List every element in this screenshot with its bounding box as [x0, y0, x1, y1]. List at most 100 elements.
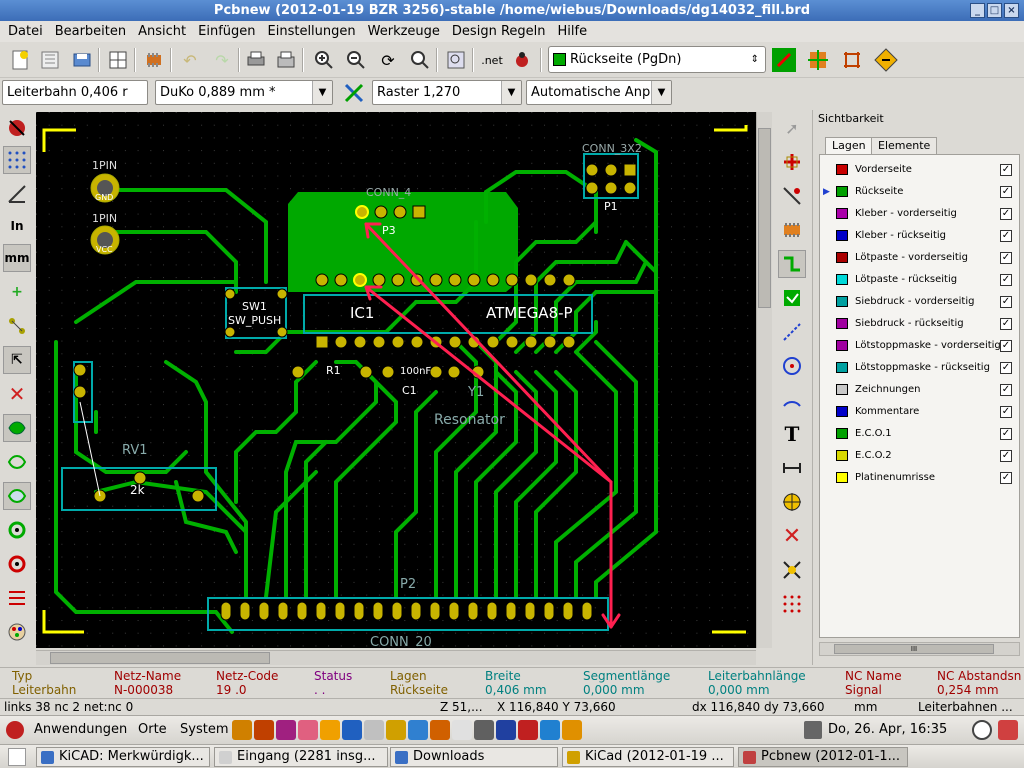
undo-icon[interactable]: ↶ — [176, 46, 204, 74]
add-track-icon[interactable] — [778, 250, 806, 278]
launcher-icon[interactable] — [518, 720, 538, 740]
add-dimension-icon[interactable] — [778, 454, 806, 482]
layer-visible-checkbox[interactable]: ✓ — [1000, 164, 1012, 176]
zoom-out-icon[interactable] — [342, 46, 370, 74]
layer-color-swatch[interactable] — [836, 406, 848, 417]
zone-outline-icon[interactable] — [3, 448, 31, 476]
autodelete-icon[interactable]: ✕ — [3, 380, 31, 408]
maximize-icon[interactable]: □ — [987, 3, 1002, 18]
layer-visible-checkbox[interactable]: ✓ — [1000, 362, 1012, 374]
layer-visible-checkbox[interactable]: ✓ — [1000, 384, 1012, 396]
menu-einstellungen[interactable]: Einstellungen — [264, 24, 360, 39]
zoom-in-icon[interactable] — [310, 46, 338, 74]
vscroll-thumb[interactable] — [758, 128, 771, 308]
high-contrast-icon[interactable] — [3, 584, 31, 612]
layer-row[interactable]: Lötpaste - rückseitig ✓ — [820, 269, 1020, 291]
menu-orte[interactable]: Orte — [138, 722, 167, 737]
layer-row[interactable]: Lötstoppmaske - vorderseitig ✓ — [820, 335, 1020, 357]
launcher-icon[interactable] — [408, 720, 428, 740]
launcher-icon[interactable] — [540, 720, 560, 740]
add-zone-icon[interactable] — [778, 284, 806, 312]
add-module-icon[interactable] — [778, 216, 806, 244]
layer-row[interactable]: E.C.O.1 ✓ — [820, 423, 1020, 445]
launcher-icon[interactable] — [342, 720, 362, 740]
menu-anwendungen[interactable]: Anwendungen — [34, 722, 127, 737]
layer-color-swatch[interactable] — [836, 472, 848, 483]
drc-off-icon[interactable] — [3, 114, 31, 142]
layer-visible-checkbox[interactable]: ✓ — [1000, 450, 1012, 462]
add-circle-icon[interactable] — [778, 352, 806, 380]
layer-color-swatch[interactable] — [836, 340, 848, 351]
layer-pair-icon[interactable] — [770, 46, 798, 74]
launcher-icon[interactable] — [232, 720, 252, 740]
ratsnest-icon[interactable] — [3, 312, 31, 340]
menu-einfuegen[interactable]: Einfügen — [194, 24, 259, 39]
launcher-icon[interactable] — [562, 720, 582, 740]
find-icon[interactable] — [442, 46, 470, 74]
launcher-icon[interactable] — [474, 720, 494, 740]
layer-visible-checkbox[interactable]: ✓ — [1000, 208, 1012, 220]
zone-fill-icon[interactable] — [3, 414, 31, 442]
layer-visible-checkbox[interactable]: ✓ — [1000, 406, 1012, 418]
taskbar-item[interactable]: KiCad (2012-01-19 ... — [562, 747, 734, 767]
module-ratsnest-icon[interactable]: ⇱ — [3, 346, 31, 374]
taskbar-item[interactable]: Eingang (2281 insg... — [214, 747, 388, 767]
shutdown-icon[interactable] — [998, 720, 1018, 740]
close-icon[interactable]: × — [1004, 3, 1019, 18]
print-icon[interactable] — [242, 46, 270, 74]
layer-color-swatch[interactable] — [836, 318, 848, 329]
layer-visible-checkbox[interactable]: ✓ — [1000, 472, 1012, 484]
launcher-icon[interactable] — [430, 720, 450, 740]
drc-icon[interactable] — [508, 46, 536, 74]
zoom-select[interactable]: Automatische Anp ▼ — [526, 80, 672, 105]
layer-color-swatch[interactable] — [836, 362, 848, 373]
polar-coords-icon[interactable] — [3, 180, 31, 208]
layer-color-swatch[interactable] — [836, 208, 848, 219]
layer-visible-checkbox[interactable]: ✓ — [1000, 296, 1012, 308]
taskbar-item[interactable]: KiCAD: Merkwürdigk... — [36, 747, 210, 767]
layer-row[interactable]: ▶ Rückseite ✓ — [820, 181, 1020, 203]
panel-scroll-thumb[interactable]: III — [834, 644, 994, 654]
layer-row[interactable]: Lötpaste - vorderseitig ✓ — [820, 247, 1020, 269]
layer-select[interactable]: Rückseite (PgDn) ⇕ — [548, 46, 766, 73]
tab-lagen[interactable]: Lagen — [825, 137, 873, 154]
add-line-icon[interactable] — [778, 318, 806, 346]
launcher-icon[interactable] — [364, 720, 384, 740]
tab-elemente[interactable]: Elemente — [871, 137, 938, 154]
inches-icon[interactable]: In — [3, 212, 31, 240]
launcher-icon[interactable] — [298, 720, 318, 740]
plot-icon[interactable] — [272, 46, 300, 74]
layer-color-swatch[interactable] — [836, 428, 848, 439]
local-ratsnest-icon[interactable] — [778, 182, 806, 210]
layer-row[interactable]: Siebdruck - vorderseitig ✓ — [820, 291, 1020, 313]
via-sketch-icon[interactable] — [3, 516, 31, 544]
pad-sketch-icon[interactable] — [3, 482, 31, 510]
via-size-select[interactable]: DuKo 0,889 mm * ▼ — [155, 80, 333, 105]
select-icon[interactable]: ➚ — [778, 114, 806, 142]
layer-visible-checkbox[interactable]: ✓ — [1000, 318, 1012, 330]
save-icon[interactable] — [68, 46, 96, 74]
mode-tracks-icon[interactable] — [838, 46, 866, 74]
menu-hilfe[interactable]: Hilfe — [554, 24, 592, 39]
grid-origin-icon[interactable] — [778, 590, 806, 618]
layer-row[interactable]: Lötstoppmaske - rückseitig ✓ — [820, 357, 1020, 379]
pcb-canvas[interactable]: CONN_3X2 P1 CONN_4 P3 IC1 ATMEGA8-P 1PIN… — [36, 112, 756, 650]
network-icon[interactable] — [804, 721, 822, 739]
cursor-shape-icon[interactable]: + — [3, 278, 31, 306]
layer-visible-checkbox[interactable]: ✓ — [1000, 230, 1012, 242]
layer-color-swatch[interactable] — [836, 450, 848, 461]
canvas-vertical-scrollbar[interactable] — [756, 112, 772, 648]
layer-row[interactable]: Siebdruck - rückseitig ✓ — [820, 313, 1020, 335]
layer-row[interactable]: Kommentare ✓ — [820, 401, 1020, 423]
layers-manager-icon[interactable] — [3, 618, 31, 646]
layer-row[interactable]: Kleber - rückseitig ✓ — [820, 225, 1020, 247]
menu-datei[interactable]: Datei — [4, 24, 47, 39]
launcher-icon[interactable] — [254, 720, 274, 740]
layer-row[interactable]: Vorderseite ✓ — [820, 159, 1020, 181]
canvas-horizontal-scrollbar[interactable] — [36, 650, 756, 665]
highlight-net-icon[interactable] — [778, 148, 806, 176]
menu-bearbeiten[interactable]: Bearbeiten — [51, 24, 130, 39]
layer-visible-checkbox[interactable]: ✓ — [1000, 186, 1012, 198]
mm-icon[interactable]: mm — [3, 244, 31, 272]
launcher-icon[interactable] — [320, 720, 340, 740]
